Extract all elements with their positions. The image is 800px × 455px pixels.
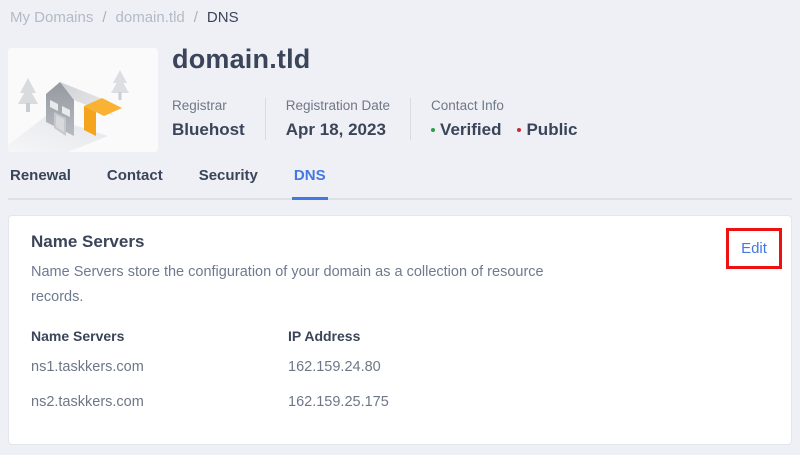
registration-date-info: Registration Date Apr 18, 2023 [286, 98, 390, 140]
table-row: ns2.taskkers.com 162.159.25.175 [31, 394, 538, 429]
breadcrumb: My Domains / domain.tld / DNS [10, 9, 239, 26]
name-servers-card: Name Servers Edit Name Servers store the… [8, 215, 792, 445]
domain-info-row: Registrar Bluehost Registration Date Apr… [172, 98, 577, 140]
registrar-info: Registrar Bluehost [172, 98, 245, 140]
contact-verified-status: Verified [431, 120, 501, 140]
breadcrumb-item-my-domains[interactable]: My Domains [10, 9, 93, 26]
tab-bar: Renewal Contact Security DNS [8, 167, 792, 200]
isometric-house-icon [8, 48, 158, 152]
column-header-name-servers: Name Servers [31, 328, 288, 344]
tab-contact[interactable]: Contact [105, 167, 165, 200]
card-title: Name Servers [31, 232, 144, 252]
info-divider [265, 98, 266, 140]
column-header-ip-address: IP Address [288, 328, 538, 344]
name-servers-table: Name Servers IP Address ns1.taskkers.com… [31, 328, 538, 429]
ip-value: 162.159.25.175 [288, 394, 538, 410]
domain-illustration [8, 48, 158, 152]
edit-button[interactable]: Edit [741, 240, 767, 257]
breadcrumb-item-dns: DNS [207, 9, 239, 26]
edit-annotation-box: Edit [726, 228, 782, 269]
tab-dns[interactable]: DNS [292, 167, 328, 200]
public-dot-icon [517, 128, 521, 132]
info-divider [410, 98, 411, 140]
card-description: Name Servers store the configuration of … [31, 260, 566, 310]
registration-date-value: Apr 18, 2023 [286, 120, 390, 140]
contact-public-status: Public [517, 120, 577, 140]
breadcrumb-item-domain[interactable]: domain.tld [116, 9, 185, 26]
nameserver-value: ns1.taskkers.com [31, 359, 288, 375]
table-row: ns1.taskkers.com 162.159.24.80 [31, 359, 538, 394]
verified-dot-icon [431, 128, 435, 132]
registrar-label: Registrar [172, 98, 245, 113]
contact-info-label: Contact Info [431, 98, 577, 113]
breadcrumb-separator: / [194, 9, 198, 26]
breadcrumb-separator: / [102, 9, 106, 26]
registrar-value: Bluehost [172, 120, 245, 140]
tab-renewal[interactable]: Renewal [8, 167, 73, 200]
contact-info: Contact Info Verified Public [431, 98, 577, 140]
tab-security[interactable]: Security [197, 167, 260, 200]
ip-value: 162.159.24.80 [288, 359, 538, 375]
domain-dns-page: My Domains / domain.tld / DNS [0, 0, 800, 455]
table-header-row: Name Servers IP Address [31, 328, 538, 359]
page-title: domain.tld [172, 44, 311, 75]
registration-date-label: Registration Date [286, 98, 390, 113]
nameserver-value: ns2.taskkers.com [31, 394, 288, 410]
public-label: Public [526, 120, 577, 140]
verified-label: Verified [440, 120, 501, 140]
